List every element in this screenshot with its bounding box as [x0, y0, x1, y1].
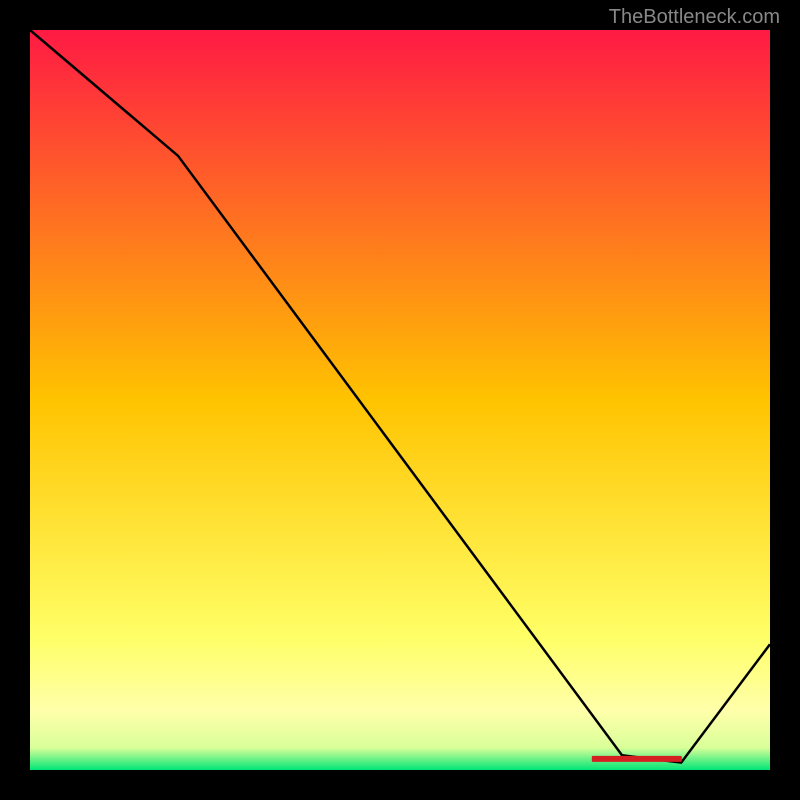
attribution-text: TheBottleneck.com — [609, 6, 780, 29]
bottleneck-chart — [0, 0, 800, 800]
plot-background — [30, 30, 770, 770]
annotation-marker — [592, 756, 682, 762]
